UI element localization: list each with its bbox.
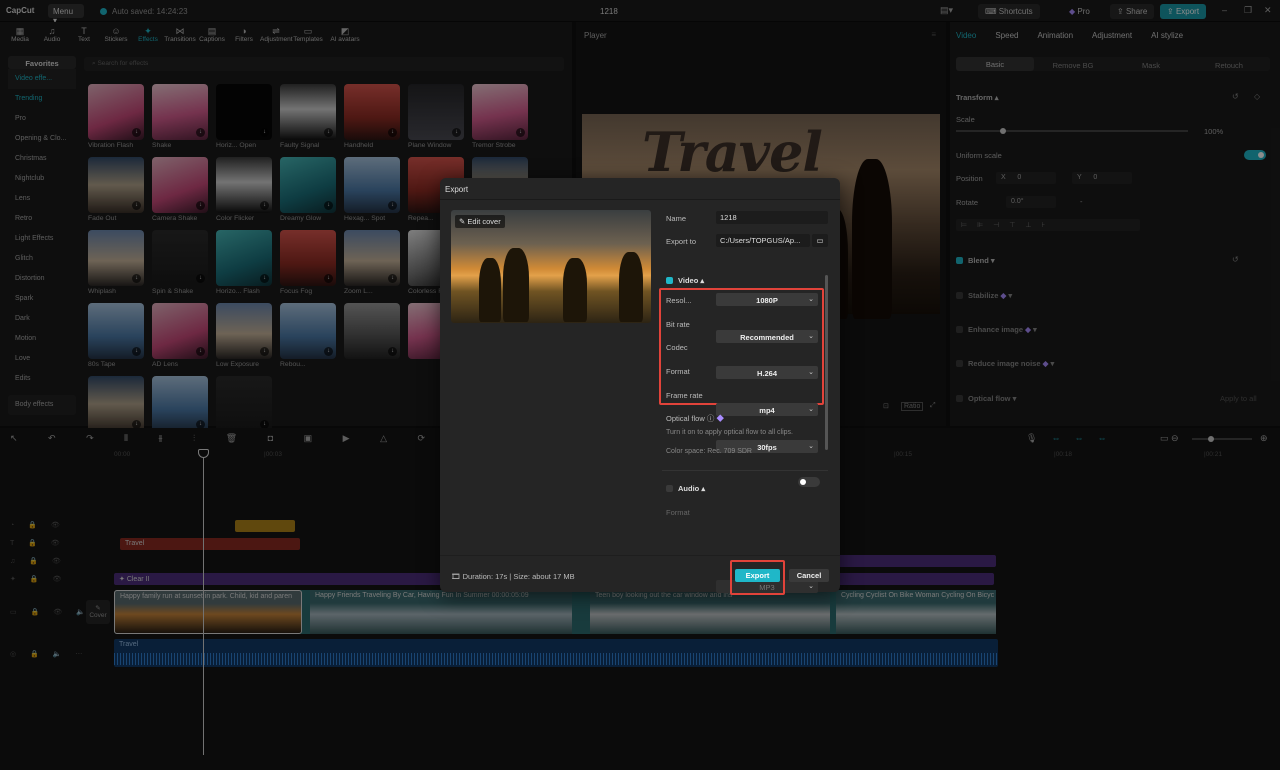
optical-flow-row: Optical flow ⓘ ◆ [666,413,724,424]
chevron-down-icon: ⌄ [808,406,814,413]
dialog-title: Export [440,178,840,200]
figure-silhouette [479,258,501,322]
video-checkbox[interactable] [666,277,673,284]
diamond-icon: ◆ [716,414,724,423]
export-dialog: Export ✎ Edit cover Name 1218 Export to … [440,178,840,595]
optical-flow-hint: Turn it on to apply optical flow to all … [666,429,793,436]
figure-silhouette [563,258,587,322]
export-button[interactable]: Export [735,569,780,582]
export-to-label: Export to [666,237,697,246]
bitrate-value: Recommended [740,332,794,342]
resolution-value: 1080P [756,295,778,305]
cover-thumbnail[interactable]: ✎ Edit cover [451,210,651,323]
figure-silhouette [503,248,529,322]
resolution-select[interactable]: 1080P ⌄ [716,293,818,306]
framerate-label: Frame rate [666,391,703,400]
bitrate-label: Bit rate [666,320,690,329]
chevron-down-icon: ⌄ [808,443,814,450]
name-input[interactable]: 1218 [716,211,828,224]
divider [662,470,828,471]
cancel-button[interactable]: Cancel [789,569,829,582]
edit-cover-button[interactable]: ✎ Edit cover [455,215,505,228]
name-label: Name [666,214,687,223]
audio-format-label: Format [666,508,690,517]
audio-section-header[interactable]: Audio ▴ [666,484,705,493]
framerate-value: 30fps [757,442,777,452]
footer-divider [440,555,840,556]
color-space-text: Color space: Rec. 709 SDR [666,448,752,455]
format-select[interactable]: mp4 ⌄ [716,403,818,416]
chevron-down-icon: ⌄ [808,333,814,340]
figure-silhouette [619,252,643,322]
chevron-down-icon: ⌄ [808,369,814,376]
film-icon: 🎞 [451,572,463,581]
chevron-down-icon: ⌄ [808,583,814,590]
format-label: Format [666,367,690,376]
video-section-header[interactable]: Video ▴ [666,276,704,285]
audio-checkbox[interactable] [666,485,673,492]
chevron-down-icon: ⌄ [808,296,814,303]
resolution-label: Resol... [666,296,692,305]
edit-cover-label: Edit cover [467,217,501,226]
format-value: mp4 [759,405,775,415]
export-summary: 🎞 Duration: 17s | Size: about 17 MB [451,572,575,581]
info-icon[interactable]: ⓘ [707,414,715,423]
optical-flow-dialog-label: Optical flow [666,414,705,423]
summary-text: Duration: 17s | Size: about 17 MB [462,572,575,581]
dialog-scrollbar[interactable] [825,275,828,450]
video-section-label: Video [678,276,699,285]
audio-section-label: Audio [678,484,700,493]
codec-value: H.264 [756,368,777,378]
bitrate-select[interactable]: Recommended ⌄ [716,330,818,343]
folder-icon[interactable]: ▭ [812,234,828,247]
optical-flow-toggle[interactable] [798,477,820,487]
codec-label: Codec [666,343,688,352]
codec-select[interactable]: H.264 ⌄ [716,366,818,379]
export-path-input[interactable]: C:/Users/TOPGUS/Ap... [716,234,810,247]
